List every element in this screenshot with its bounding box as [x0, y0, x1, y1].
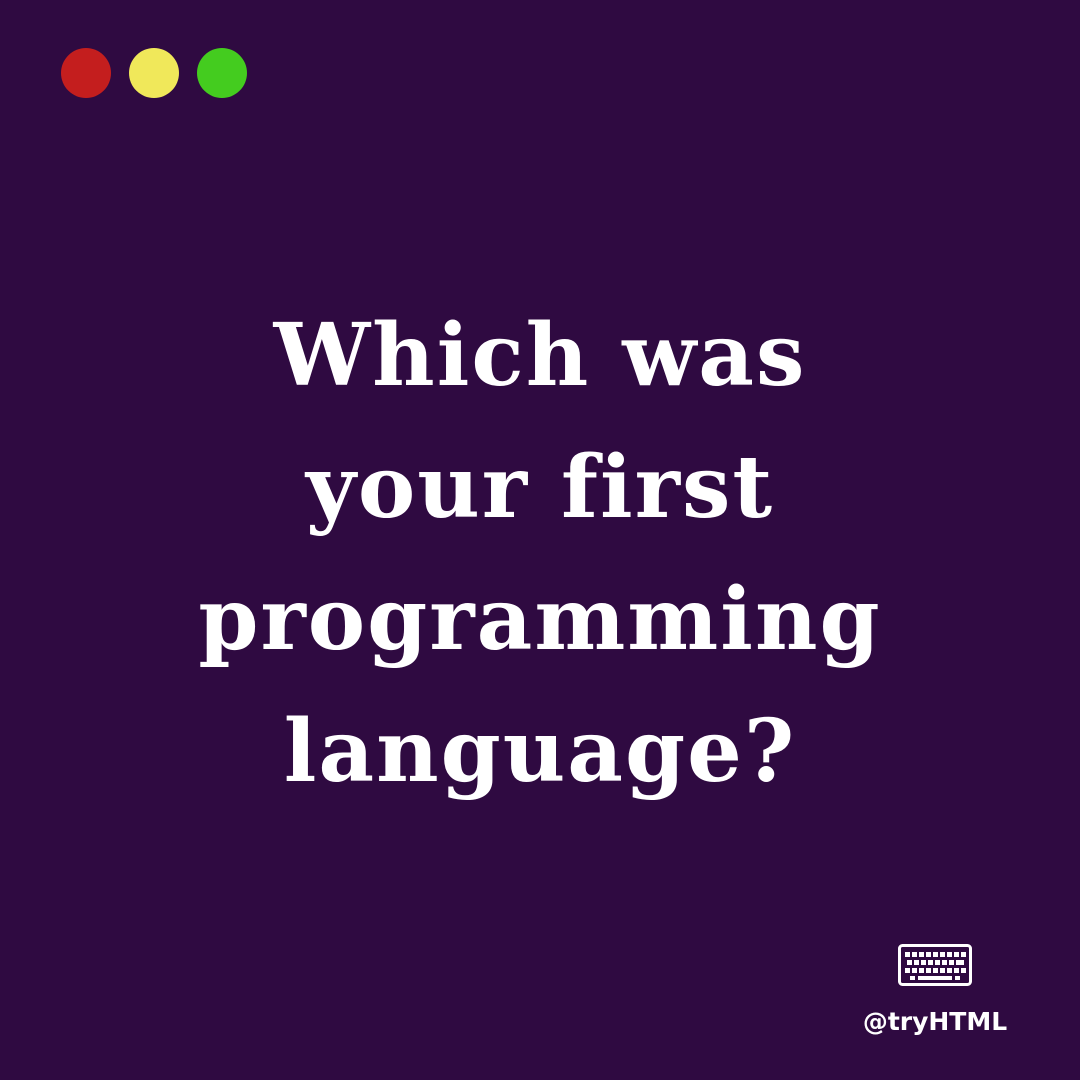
headline-line-1: Which was — [273, 305, 807, 406]
headline-line-4: language? — [283, 701, 797, 802]
headline: Which was your first programming languag… — [0, 290, 1080, 818]
window-controls — [61, 48, 247, 98]
keyboard-icon — [898, 944, 972, 986]
headline-line-2: your first — [305, 437, 775, 538]
red-dot — [61, 48, 111, 98]
yellow-dot — [129, 48, 179, 98]
green-dot — [197, 48, 247, 98]
headline-line-3: programming — [198, 569, 882, 670]
post-canvas: Which was your first programming languag… — [0, 0, 1080, 1080]
brand-signature: @tryHTML — [840, 944, 1030, 1038]
brand-handle: @tryHTML — [862, 1007, 1008, 1036]
